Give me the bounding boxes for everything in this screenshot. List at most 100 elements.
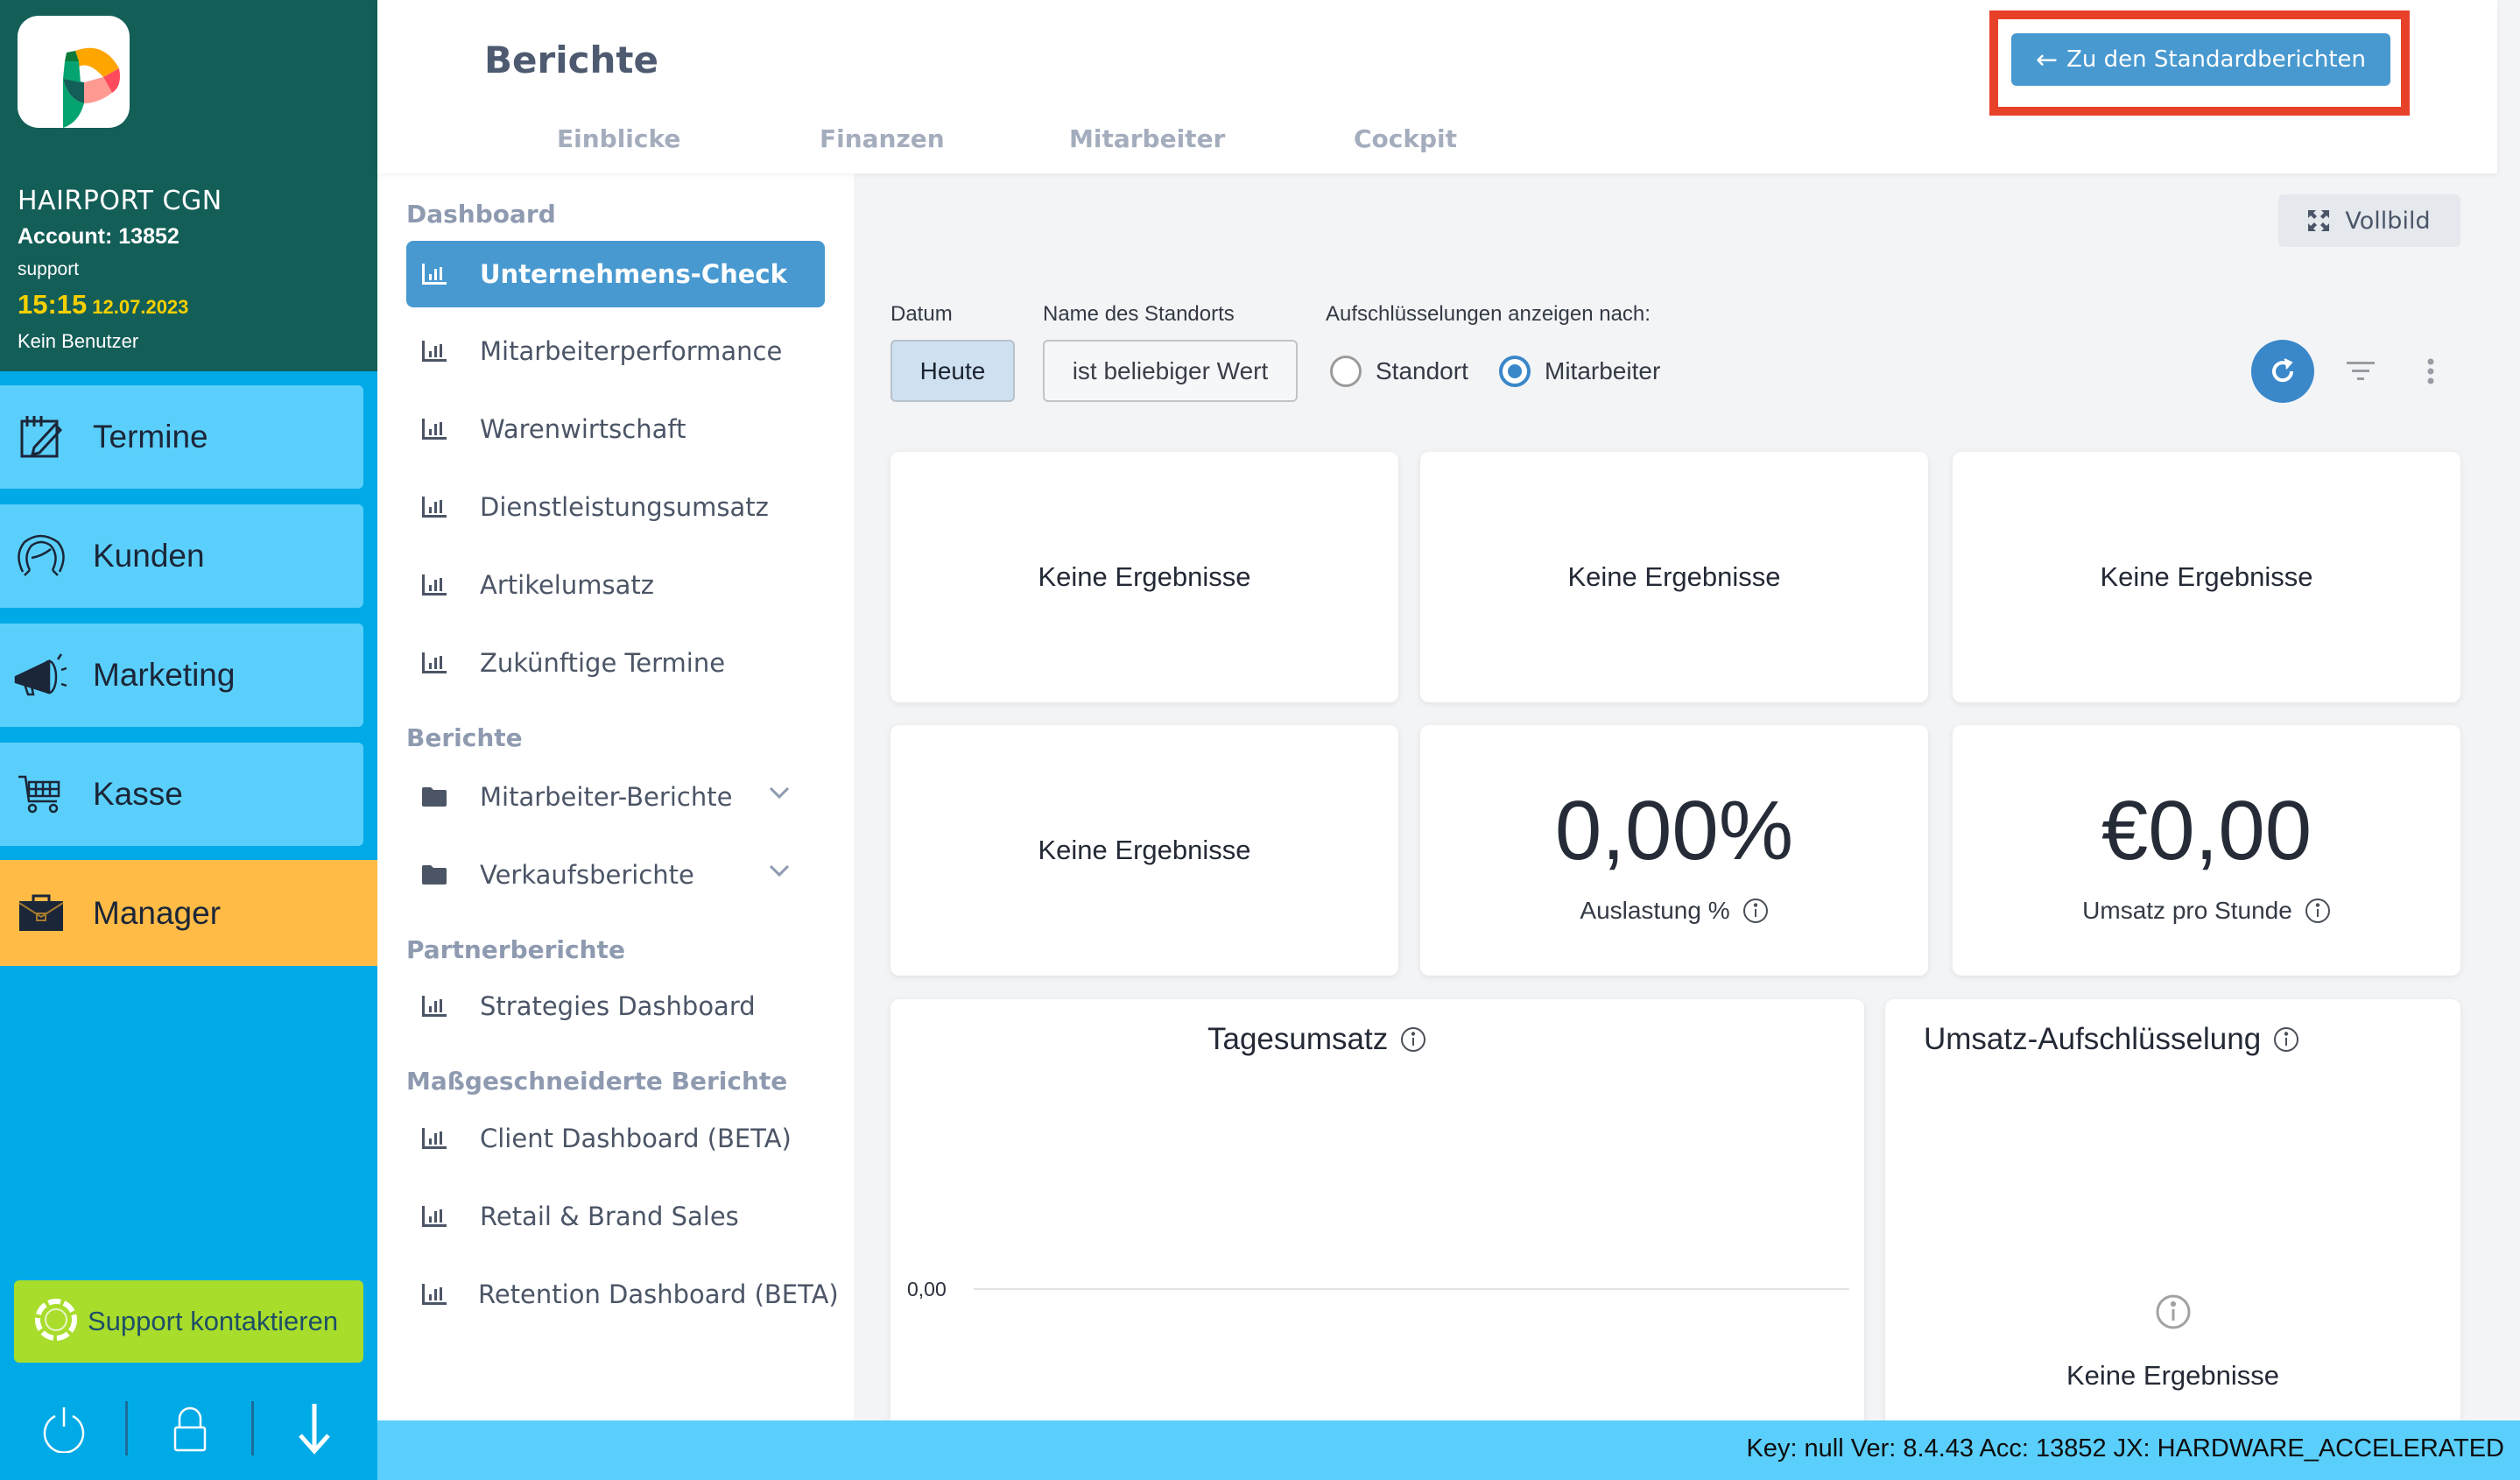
filter-button[interactable]: [2341, 354, 2380, 389]
empty-text: Keine Ergebnisse: [1038, 561, 1251, 592]
support-contact-button[interactable]: Support kontaktieren: [14, 1280, 363, 1363]
folder-icon: [422, 862, 448, 888]
current-time: 15:15: [18, 289, 88, 320]
breakdown-title: Umsatz-Aufschlüsselung: [1924, 1022, 2262, 1056]
report-item-unternehmens-check[interactable]: Unternehmens-Check: [406, 241, 825, 307]
arrow-left-icon: ←: [2035, 44, 2059, 75]
info-icon[interactable]: [2273, 1026, 2299, 1053]
page-header: Berichte Einblicke Finanzen Mitarbeiter …: [377, 0, 2497, 173]
arrow-down-icon[interactable]: [285, 1399, 343, 1457]
empty-text: Keine Ergebnisse: [1038, 835, 1251, 865]
filter-icon: [2347, 362, 2375, 380]
info-icon[interactable]: [2305, 898, 2331, 924]
bar-chart-icon: [422, 261, 448, 287]
chevron-down-icon[interactable]: [769, 864, 790, 881]
report-folder-verkaufsberichte[interactable]: Verkaufsberichte: [406, 842, 825, 908]
location-filter[interactable]: ist beliebiger Wert: [1043, 340, 1298, 402]
tab-mitarbeiter[interactable]: Mitarbeiter: [1069, 124, 1225, 153]
report-navigation: Dashboard Unternehmens-Check Mitarbeiter…: [377, 173, 854, 1420]
tile-daily-revenue-chart: Tagesumsatz 0,00: [890, 999, 1864, 1455]
nav-label: Termine: [93, 419, 208, 455]
tab-cockpit[interactable]: Cockpit: [1354, 124, 1457, 153]
report-item-zukuenftige-termine[interactable]: Zukünftige Termine: [406, 630, 825, 696]
report-item-label: Retention Dashboard (BETA): [478, 1279, 839, 1309]
radio-circle: [1499, 356, 1531, 387]
bar-chart-icon: [422, 416, 448, 442]
lifebuoy-icon: [35, 1298, 77, 1345]
radio-standort[interactable]: Standort: [1330, 354, 1468, 389]
section-berichte: Berichte: [406, 723, 523, 752]
report-item-label: Verkaufsberichte: [480, 860, 694, 890]
tile-empty: Keine Ergebnisse: [890, 452, 1398, 702]
utilization-label: Auslastung %: [1580, 897, 1730, 924]
logo-icon: [63, 47, 120, 128]
logged-in-user: support: [18, 259, 80, 279]
report-item-client-dashboard[interactable]: Client Dashboard (BETA): [406, 1105, 825, 1172]
nav-label: Marketing: [93, 657, 236, 693]
info-icon: [2156, 1294, 2190, 1329]
calendar-edit-icon: [12, 408, 70, 466]
date-filter[interactable]: Heute: [890, 340, 1015, 402]
revenue-per-hour-label-row: Umsatz pro Stunde: [1953, 897, 2460, 925]
report-item-label: Artikelumsatz: [480, 570, 654, 600]
report-item-retention-dashboard[interactable]: Retention Dashboard (BETA): [406, 1261, 839, 1328]
tile-revenue-per-hour: €0,00 Umsatz pro Stunde: [1953, 725, 2460, 976]
breakdown-label: Aufschlüsselungen anzeigen nach:: [1326, 302, 1651, 326]
power-icon[interactable]: [35, 1399, 93, 1457]
standard-reports-button[interactable]: ← Zu den Standardberichten: [2011, 33, 2390, 86]
report-item-label: Warenwirtschaft: [480, 414, 686, 444]
salon-name: HAIRPORT CGN: [18, 186, 222, 216]
briefcase-icon: [12, 884, 70, 942]
page-edge: [2497, 0, 2520, 1420]
bar-chart-icon: [422, 650, 448, 676]
status-bar: Key: null Ver: 8.4.43 Acc: 13852 JX: HAR…: [377, 1420, 2520, 1480]
radio-circle: [1330, 356, 1362, 387]
report-item-label: Strategies Dashboard: [480, 991, 756, 1021]
account-panel: HAIRPORT CGN Account: 13852 support 15:1…: [0, 0, 377, 371]
fullscreen-label: Vollbild: [2345, 207, 2431, 235]
nav-item-kunden[interactable]: Kunden: [0, 504, 363, 608]
report-item-label: Dienstleistungsumsatz: [480, 492, 769, 522]
bar-chart-icon: [422, 993, 448, 1019]
shopping-cart-icon: [12, 765, 70, 823]
radio-label: Standort: [1376, 357, 1468, 384]
report-folder-mitarbeiter-berichte[interactable]: Mitarbeiter-Berichte: [406, 764, 825, 830]
revenue-per-hour-label: Umsatz pro Stunde: [2082, 897, 2292, 924]
revenue-per-hour-value: €0,00: [2101, 784, 2312, 877]
nav-label: Kasse: [93, 776, 183, 812]
fullscreen-button[interactable]: Vollbild: [2278, 194, 2460, 247]
empty-text: Keine Ergebnisse: [2066, 1360, 2279, 1391]
nav-item-termine[interactable]: Termine: [0, 385, 363, 489]
radio-mitarbeiter[interactable]: Mitarbeiter: [1499, 354, 1660, 389]
chevron-down-icon[interactable]: [769, 786, 790, 803]
customer-face-icon: [12, 527, 70, 585]
no-results-icon-wrap: [1885, 1293, 2460, 1335]
section-dashboard: Dashboard: [406, 200, 556, 229]
lock-icon[interactable]: [161, 1399, 219, 1457]
report-item-retail-brand-sales[interactable]: Retail & Brand Sales: [406, 1183, 825, 1250]
tab-einblicke[interactable]: Einblicke: [557, 124, 680, 153]
tab-finanzen[interactable]: Finanzen: [820, 124, 945, 153]
tile-empty: Keine Ergebnisse: [890, 725, 1398, 976]
nav-item-kasse[interactable]: Kasse: [0, 743, 363, 846]
bar-chart-icon: [422, 1125, 448, 1152]
tile-empty: Keine Ergebnisse: [1953, 452, 2460, 702]
report-item-dienstleistungsumsatz[interactable]: Dienstleistungsumsatz: [406, 474, 825, 540]
refresh-button[interactable]: [2251, 340, 2314, 403]
report-item-mitarbeiterperformance[interactable]: Mitarbeiterperformance: [406, 318, 825, 384]
bar-chart-icon: [422, 1203, 448, 1230]
support-label: Support kontaktieren: [88, 1306, 339, 1336]
report-item-strategies-dashboard[interactable]: Strategies Dashboard: [406, 973, 825, 1040]
bar-chart-icon: [422, 1281, 447, 1307]
report-item-warenwirtschaft[interactable]: Warenwirtschaft: [406, 396, 825, 462]
bar-chart-icon: [422, 572, 448, 598]
clock: 15:15 12.07.2023: [18, 289, 188, 321]
expand-icon: [2308, 210, 2330, 231]
report-item-artikelumsatz[interactable]: Artikelumsatz: [406, 552, 825, 618]
report-item-label: Retail & Brand Sales: [480, 1202, 739, 1231]
megaphone-icon: [12, 646, 70, 704]
nav-item-manager[interactable]: Manager: [0, 860, 377, 966]
info-icon[interactable]: [1742, 898, 1769, 924]
nav-item-marketing[interactable]: Marketing: [0, 624, 363, 727]
more-options-button[interactable]: [2415, 354, 2446, 389]
